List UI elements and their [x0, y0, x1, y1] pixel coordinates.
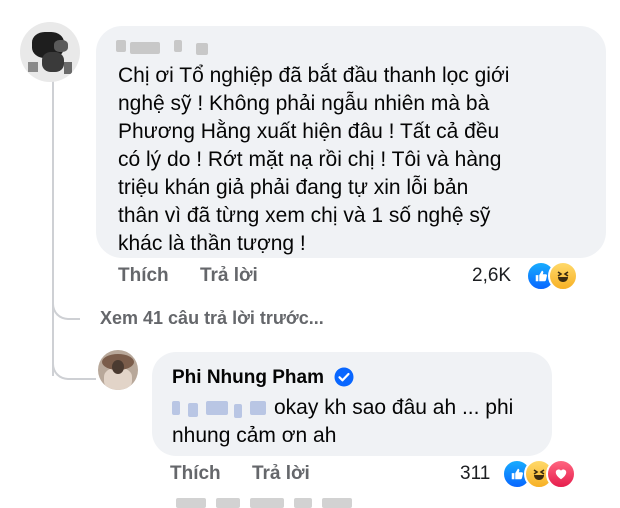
- blurred-cutoff-text: [176, 496, 356, 508]
- reaction-count[interactable]: 2,6K: [472, 265, 511, 287]
- comment-bubble: Chị ơi Tổ nghiệp đã bắt đầu thanh lọc gi…: [96, 26, 606, 258]
- thread-line: [52, 76, 54, 376]
- reaction-count[interactable]: 311: [460, 463, 490, 485]
- avatar[interactable]: [20, 22, 80, 82]
- blurred-author-name[interactable]: [116, 40, 208, 56]
- view-previous-replies-link[interactable]: Xem 41 câu trả lời trước...: [100, 308, 324, 329]
- love-icon: [546, 459, 576, 489]
- reply-button[interactable]: Trả lời: [252, 463, 310, 484]
- like-button[interactable]: Thích: [118, 265, 169, 286]
- avatar[interactable]: [98, 350, 138, 390]
- verified-badge-icon: [334, 367, 354, 387]
- reply-text-wrapper: okay kh sao đâu ah ... phi nhung cảm ơn …: [172, 394, 542, 450]
- comment-actions: Thích Trả lời: [118, 265, 284, 287]
- reaction-icons[interactable]: [502, 459, 576, 489]
- reply-actions: Thích Trả lời: [170, 463, 336, 485]
- thread-connector: [52, 292, 80, 320]
- reply-bubble: Phi Nhung Pham okay kh sao đâu ah ... ph…: [152, 352, 552, 456]
- thread-connector: [52, 352, 96, 380]
- reply-button[interactable]: Trả lời: [200, 265, 258, 286]
- comment-text: Chị ơi Tổ nghiệp đã bắt đầu thanh lọc gi…: [118, 64, 510, 255]
- haha-icon: [548, 261, 578, 291]
- blurred-mention[interactable]: [172, 399, 268, 419]
- like-button[interactable]: Thích: [170, 463, 221, 484]
- author-name[interactable]: Phi Nhung Pham: [172, 367, 324, 389]
- reaction-icons[interactable]: [526, 261, 578, 291]
